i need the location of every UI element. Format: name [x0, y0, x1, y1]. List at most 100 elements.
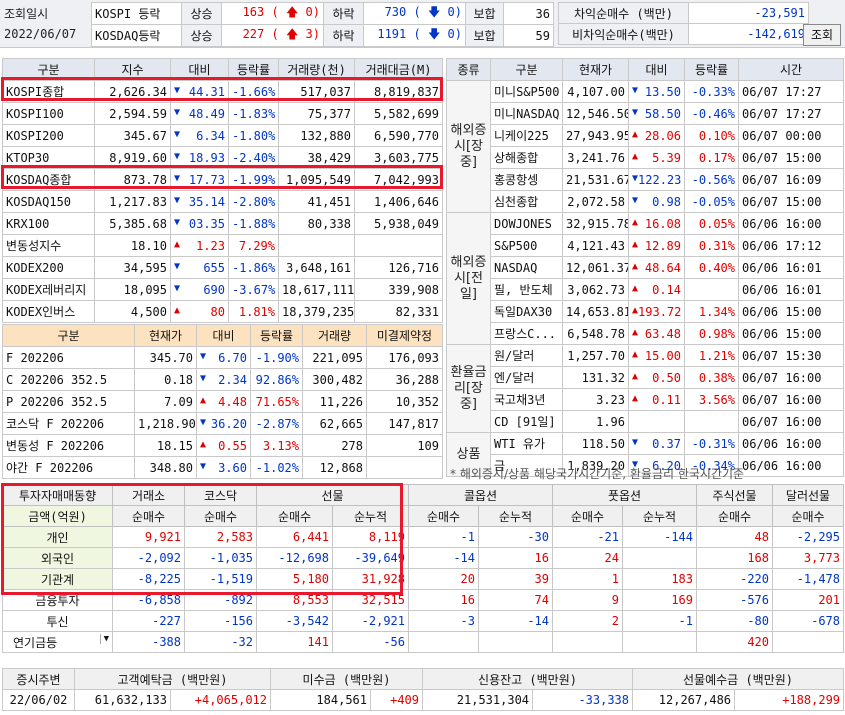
- overseas-row[interactable]: 독일DAX30 14,653.81 ▲ 193.72 1.34% 06/06 15:00: [447, 300, 844, 323]
- index-row[interactable]: KOSDAQ150 1,217.83 ▼ 35.14 -2.80% 41,451 1,406…: [2, 190, 443, 213]
- overseas-row[interactable]: 홍콩항셍 21,531.67 ▼ 122.23 -0.56% 06/07 16:09: [447, 168, 844, 191]
- overseas-row[interactable]: 엔/달러 131.32 ▲ 0.50 0.38% 06/07 16:00: [447, 366, 844, 389]
- investor-value: 169: [622, 589, 697, 611]
- index-row[interactable]: KOSPI종합 2,626.34 ▼ 44.31 -1.66% 517,037 8,819,…: [2, 80, 443, 103]
- futures-name: 야간 F 202206: [2, 456, 135, 479]
- overseas-price: 4,107.00: [562, 80, 629, 103]
- futures-row[interactable]: C 202206 352.5 0.18 ▼ 2.34 92.86% 300,482 36,2…: [2, 368, 443, 391]
- index-name: KRX100: [2, 212, 95, 235]
- group-header: 코스닥: [184, 484, 257, 506]
- investor-value: -1,035: [184, 547, 257, 569]
- down-arrow-icon: ▼: [174, 106, 181, 118]
- investor-value: 2: [552, 610, 623, 632]
- index-row[interactable]: KRX100 5,385.68 ▼ 03.35 -1.88% 80,338 5,938,04…: [2, 212, 443, 235]
- column-header: 대비: [628, 58, 685, 81]
- overseas-row[interactable]: 상품 WTI 유가 118.50 ▼ 0.37 -0.31% 06/06 16:00: [446, 432, 844, 477]
- overseas-row[interactable]: 프랑스C... 6,548.78 ▲ 63.48 0.98% 06/06 15:00: [447, 322, 844, 345]
- overseas-row[interactable]: CD [91일] 1.96 06/07 16:00: [447, 410, 844, 433]
- futures-row[interactable]: 야간 F 202206 348.80 ▼ 3.60 -1.02% 12,868: [2, 456, 443, 479]
- index-row[interactable]: KOSDAQ종합 873.78 ▼ 17.73 -1.99% 1,095,549 7,042…: [2, 168, 443, 191]
- change-value: 17.73: [188, 172, 225, 187]
- investor-row[interactable]: 외국인 -2,092 -1,035 -12,698 -39,649 -14 16 24 168 3…: [2, 547, 844, 569]
- overseas-change: ▲ 48.64: [628, 256, 685, 279]
- down-arrow-icon: ▼: [632, 106, 639, 118]
- overseas-row[interactable]: 환율금리[장중] 원/달러 1,257.70 ▲ 15.00 1.21% 06/07 15:…: [446, 344, 844, 433]
- index-name: KODEX인버스: [2, 300, 95, 323]
- futures-row[interactable]: F 202206 345.70 ▼ 6.70 -1.90% 221,095 176,093: [2, 346, 443, 369]
- overseas-row[interactable]: 미니NASDAQ 12,546.50 ▼ 58.50 -0.46% 06/07 17:27: [447, 102, 844, 125]
- overseas-name: 국고채3년: [490, 388, 563, 411]
- overseas-change: ▼ 122.23: [628, 168, 685, 191]
- futures-row[interactable]: 코스닥 F 202206 1,218.90 ▼ 36.20 -2.87% 62,665 14…: [2, 412, 443, 435]
- overseas-row[interactable]: 상해종합 3,241.76 ▲ 5.39 0.17% 06/07 15:00: [447, 146, 844, 169]
- investor-value: -576: [696, 589, 773, 611]
- futures-volume: 278: [302, 434, 367, 457]
- investor-row[interactable]: 연기금등 ▼ -388 -32 141 -56 420: [2, 631, 844, 653]
- lookup-button[interactable]: 조회: [803, 24, 841, 46]
- index-row[interactable]: KOSPI100 2,594.59 ▼ 48.49 -1.83% 75,377 5,582,…: [2, 102, 443, 125]
- index-row[interactable]: KODEX인버스 4,500 ▲ 80 1.81% 18,379,235 82,331: [2, 300, 443, 323]
- investor-value: [772, 631, 844, 653]
- index-row[interactable]: KTOP30 8,919.60 ▼ 18.93 -2.40% 38,429 3,603,77…: [2, 146, 443, 169]
- overseas-row[interactable]: 심천종합 2,072.58 ▼ 0.98 -0.05% 06/07 15:00: [447, 190, 844, 213]
- overseas-change: ▲ 63.48: [628, 322, 685, 345]
- index-name: KOSPI200: [2, 124, 95, 147]
- dropdown-arrow-icon[interactable]: ▼: [99, 633, 109, 644]
- futures-volume: 62,665: [302, 412, 367, 435]
- investor-value: -220: [696, 568, 773, 590]
- futures-price: 345.70: [134, 346, 197, 369]
- index-row[interactable]: 변동성지수 18.10 ▲ 1.23 7.29%: [2, 234, 443, 257]
- overseas-row[interactable]: 니케이225 27,943.95 ▲ 28.06 0.10% 06/07 00:00: [447, 124, 844, 147]
- investor-value: 32,515: [332, 589, 409, 611]
- futures-price: 0.18: [134, 368, 197, 391]
- futures-rate: 71.65%: [250, 390, 303, 413]
- overseas-row[interactable]: 필, 반도체 3,062.73 ▲ 0.14 06/06 16:01: [447, 278, 844, 301]
- index-row[interactable]: KODEX레버리지 18,095 ▼ 690 -3.67% 18,617,111 339,9…: [2, 278, 443, 301]
- overseas-time: 06/07 16:09: [738, 168, 844, 191]
- up-arrow-icon: ▲: [632, 348, 639, 360]
- investor-value: 201: [772, 589, 844, 611]
- overseas-row[interactable]: 국고채3년 3.23 ▲ 0.11 3.56% 06/07 16:00: [447, 388, 844, 411]
- investor-row[interactable]: 기관계 -8,225 -1,519 5,180 31,928 20 39 1 183 -220 -1…: [2, 568, 844, 590]
- futures-change: ▲ 4.48: [196, 390, 251, 413]
- investor-group-header: 투자자매매동향 거래소 코스닥 선물 콜옵션 풋옵션 주식선물 달러선물: [2, 484, 844, 506]
- futures-open-interest: [366, 456, 443, 479]
- funds-value-row: 22/06/02 61,632,133 +4,065,012 184,561 +409 2…: [2, 689, 845, 711]
- sub-header: 순매수: [696, 505, 773, 527]
- investor-value: 168: [696, 547, 773, 569]
- investor-row[interactable]: 금융투자 -6,858 -892 8,553 32,515 16 74 9 169 -576 201: [2, 589, 844, 611]
- index-volume: 38,429: [278, 146, 355, 169]
- overseas-row[interactable]: NASDAQ 12,061.37 ▲ 48.64 0.40% 06/06 16:01: [447, 256, 844, 279]
- index-row[interactable]: KODEX200 34,595 ▼ 655 -1.86% 3,648,161 126,716: [2, 256, 443, 279]
- investor-value: -388: [112, 631, 185, 653]
- index-row[interactable]: KOSPI200 345.67 ▼ 6.34 -1.80% 132,880 6,590,77…: [2, 124, 443, 147]
- market-breadth-table: KOSPI 등락 상승 163 ( 🡅 0) 하락 730 ( 🡇 0) 보합 36 KOSD…: [91, 2, 554, 47]
- investor-row[interactable]: 투신 -227 -156 -3,542 -2,921 -3 -14 2 -1 -80 -678: [2, 610, 844, 632]
- investor-value: -2,921: [332, 610, 409, 632]
- overseas-rate: 1.34%: [684, 300, 739, 323]
- futures-price: 7.09: [134, 390, 197, 413]
- investor-row[interactable]: 개인 9,921 2,583 6,441 8,119 -1 -30 -21 -144 48 -2,2…: [2, 526, 844, 548]
- futures-row[interactable]: 변동성 F 202206 18.15 ▲ 0.55 3.13% 278 109: [2, 434, 443, 457]
- column-header: 거래량(천): [278, 58, 355, 81]
- overseas-name: 미니S&P500: [490, 80, 563, 103]
- overseas-price: 21,531.67: [562, 168, 629, 191]
- futures-volume: 300,482: [302, 368, 367, 391]
- futures-row[interactable]: P 202206 352.5 7.09 ▲ 4.48 71.65% 11,226 10,35…: [2, 390, 443, 413]
- index-name: KODEX200: [2, 256, 95, 279]
- change-value: 03.35: [188, 216, 225, 231]
- futures-volume: 11,226: [302, 390, 367, 413]
- investor-name: 금융투자: [2, 589, 113, 611]
- futures-name: 코스닥 F 202206: [2, 412, 135, 435]
- top-header: 조회일시 2022/06/07 KOSPI 등락 상승 163 ( 🡅 0) 하락 73…: [0, 0, 845, 48]
- investor-value: [622, 547, 697, 569]
- overseas-time: 06/07 16:00: [738, 388, 844, 411]
- overseas-rate: [684, 410, 739, 433]
- index-change: ▲ 1.23: [170, 234, 229, 257]
- overseas-row[interactable]: S&P500 4,121.43 ▲ 12.89 0.31% 06/06 17:12: [447, 234, 844, 257]
- index-change: ▼ 6.34: [170, 124, 229, 147]
- overseas-rate: -0.46%: [684, 102, 739, 125]
- overseas-row[interactable]: 해외증시[장중] 미니S&P500 4,107.00 ▼ 13.50 -0.33% 06/0…: [446, 80, 844, 213]
- change-value: 35.14: [188, 194, 225, 209]
- overseas-row[interactable]: 해외증시[전일] DOWJONES 32,915.78 ▲ 16.08 0.05% 06/0…: [446, 212, 844, 345]
